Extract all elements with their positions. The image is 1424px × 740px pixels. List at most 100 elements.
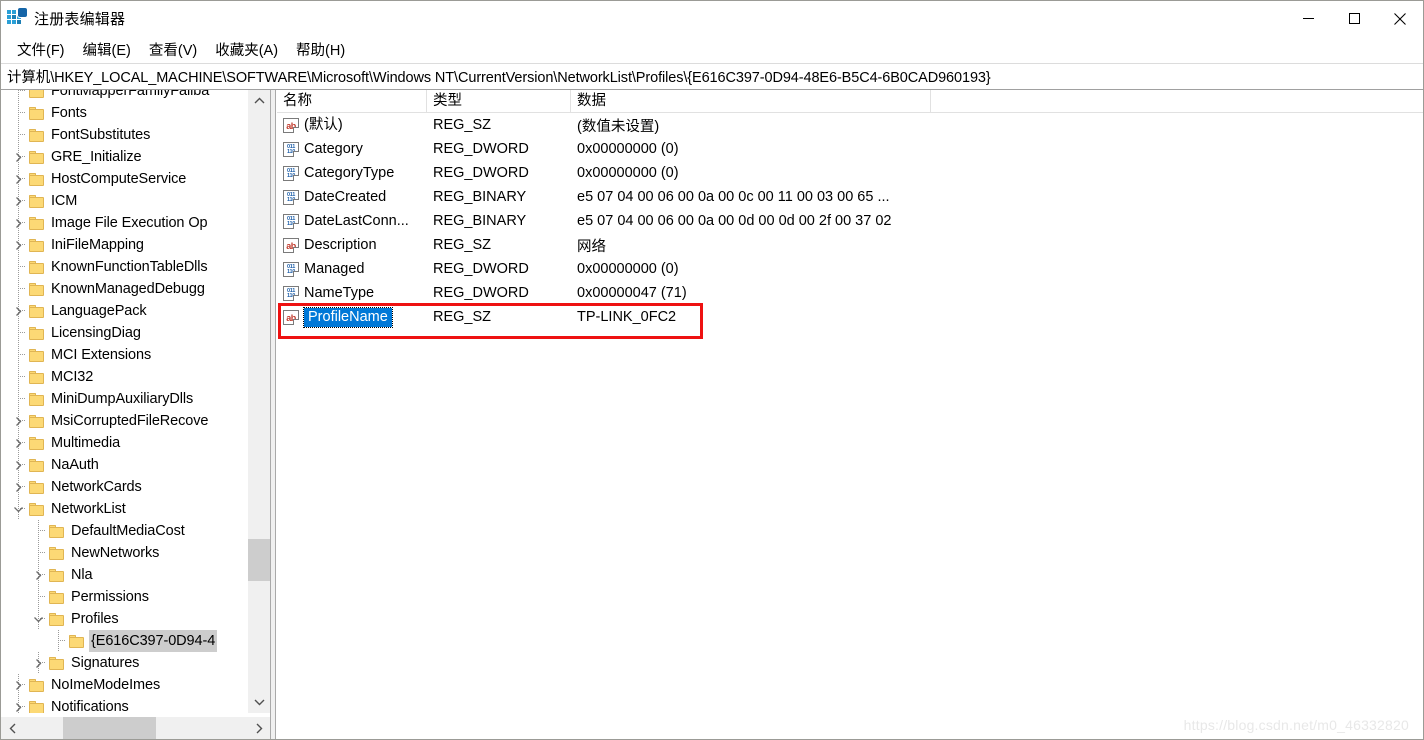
tree-node[interactable]: MCI Extensions	[1, 344, 247, 366]
value-data-cell: 0x00000000 (0)	[577, 165, 679, 181]
tree-horizontal-scrollbar[interactable]	[1, 716, 270, 739]
tree-node-label: NaAuth	[51, 457, 99, 473]
tree-node[interactable]: Multimedia	[1, 432, 247, 454]
scroll-down-button[interactable]	[248, 691, 270, 713]
pane-splitter[interactable]	[270, 90, 276, 739]
chevron-right-icon[interactable]	[9, 300, 29, 322]
tree-connector	[9, 124, 29, 146]
folder-icon	[49, 612, 64, 626]
tree-node-label: MCI32	[51, 369, 94, 385]
scroll-right-button[interactable]	[247, 717, 270, 739]
tree-node[interactable]: Profiles	[1, 608, 247, 630]
tree-connector	[29, 520, 49, 542]
tree-scroll-thumb[interactable]	[248, 539, 270, 581]
chevron-right-icon[interactable]	[9, 476, 29, 498]
tree-node[interactable]: NoImeModeImes	[1, 674, 247, 696]
tree-node[interactable]: {E616C397-0D94-4	[1, 630, 247, 652]
table-row[interactable]: 011 110 DateLastConn... REG_BINARY e5 07 04 …	[277, 209, 1423, 233]
value-data-cell: 0x00000000 (0)	[577, 261, 679, 277]
menu-edit[interactable]: 编辑(E)	[74, 36, 140, 64]
minimize-button[interactable]	[1285, 1, 1331, 36]
tree-node[interactable]: DefaultMediaCost	[1, 520, 247, 542]
tree-node[interactable]: KnownFunctionTableDlls	[1, 256, 247, 278]
tree-hscroll-thumb[interactable]	[63, 717, 156, 739]
tree-node[interactable]: MCI32	[1, 366, 247, 388]
table-row[interactable]: 011 110 NameType REG_DWORD 0x00000047 (71)	[277, 281, 1423, 305]
chevron-down-icon[interactable]	[29, 608, 49, 630]
table-row[interactable]: 011 110 CategoryType REG_DWORD 0x00000000 (0…	[277, 161, 1423, 185]
scroll-up-button[interactable]	[248, 90, 270, 112]
tree-vertical-scrollbar[interactable]	[247, 90, 270, 713]
menu-help[interactable]: 帮助(H)	[287, 36, 354, 64]
chevron-down-icon[interactable]	[9, 498, 29, 520]
tree-node-label: Profiles	[71, 611, 119, 627]
chevron-right-icon[interactable]	[9, 696, 29, 713]
value-data-cell: TP-LINK_0FC2	[577, 309, 677, 325]
tree-node[interactable]: GRE_Initialize	[1, 146, 247, 168]
chevron-right-icon[interactable]	[9, 674, 29, 696]
tree-node[interactable]: IniFileMapping	[1, 234, 247, 256]
chevron-right-icon[interactable]	[9, 454, 29, 476]
tree-node[interactable]: KnownManagedDebugg	[1, 278, 247, 300]
tree-node-label: LicensingDiag	[51, 325, 141, 341]
column-header-name[interactable]: 名称	[277, 90, 427, 113]
tree-node[interactable]: Nla	[1, 564, 247, 586]
folder-icon	[29, 282, 44, 296]
registry-values-list[interactable]: ab (默认) REG_SZ (数值未设置) 011 110 Category REG_DWO…	[277, 113, 1423, 329]
tree-node[interactable]: NewNetworks	[1, 542, 247, 564]
tree-node[interactable]: MiniDumpAuxiliaryDlls	[1, 388, 247, 410]
chevron-right-icon[interactable]	[9, 168, 29, 190]
tree-node[interactable]: Image File Execution Op	[1, 212, 247, 234]
chevron-right-icon[interactable]	[29, 652, 49, 674]
tree-node[interactable]: HostComputeService	[1, 168, 247, 190]
tree-node-label: DefaultMediaCost	[71, 523, 185, 539]
column-header-type[interactable]: 类型	[427, 90, 571, 113]
binary-value-icon: 011 110	[283, 141, 299, 157]
table-row[interactable]: 011 110 Managed REG_DWORD 0x00000000 (0)	[277, 257, 1423, 281]
value-type-cell: REG_SZ	[433, 309, 492, 325]
value-data-cell: 0x00000000 (0)	[577, 141, 679, 157]
table-row[interactable]: 011 110 DateCreated REG_BINARY e5 07 04 00 0…	[277, 185, 1423, 209]
registry-tree[interactable]: FontMapperFamilyFallba Fonts FontSubstitut…	[1, 90, 247, 713]
chevron-right-icon[interactable]	[29, 564, 49, 586]
tree-connector	[9, 102, 29, 124]
value-name-cell: CategoryType	[304, 164, 395, 181]
menu-view[interactable]: 查看(V)	[140, 36, 206, 64]
maximize-button[interactable]	[1331, 1, 1377, 36]
tree-node[interactable]: NaAuth	[1, 454, 247, 476]
chevron-right-icon[interactable]	[9, 432, 29, 454]
registry-editor-window: 注册表编辑器 文件(F) 编辑(E) 查看(V) 收藏夹(A) 帮助(H) 计算…	[0, 0, 1424, 740]
tree-node[interactable]: Fonts	[1, 102, 247, 124]
tree-node[interactable]: LicensingDiag	[1, 322, 247, 344]
tree-node[interactable]: Notifications	[1, 696, 247, 713]
menu-favorites[interactable]: 收藏夹(A)	[206, 36, 287, 64]
folder-icon	[49, 568, 64, 582]
chevron-right-icon[interactable]	[9, 234, 29, 256]
tree-node-label: NoImeModeImes	[51, 677, 161, 693]
menu-file[interactable]: 文件(F)	[8, 36, 74, 64]
column-header-data[interactable]: 数据	[571, 90, 931, 113]
table-row[interactable]: ab ProfileName REG_SZ TP-LINK_0FC2	[277, 305, 1423, 329]
value-data-cell: e5 07 04 00 06 00 0a 00 0c 00 11 00 03 0…	[577, 189, 890, 205]
close-button[interactable]	[1377, 1, 1423, 36]
chevron-right-icon[interactable]	[9, 146, 29, 168]
folder-icon	[29, 414, 44, 428]
tree-node[interactable]: NetworkList	[1, 498, 247, 520]
tree-node[interactable]: NetworkCards	[1, 476, 247, 498]
table-row[interactable]: 011 110 Category REG_DWORD 0x00000000 (0)	[277, 137, 1423, 161]
chevron-right-icon[interactable]	[9, 410, 29, 432]
tree-node[interactable]: Permissions	[1, 586, 247, 608]
tree-node-label: Image File Execution Op	[51, 215, 208, 231]
tree-node[interactable]: ICM	[1, 190, 247, 212]
address-bar[interactable]: 计算机\HKEY_LOCAL_MACHINE\SOFTWARE\Microsof…	[1, 63, 1423, 90]
tree-node[interactable]: LanguagePack	[1, 300, 247, 322]
tree-node[interactable]: Signatures	[1, 652, 247, 674]
chevron-right-icon[interactable]	[9, 212, 29, 234]
tree-node[interactable]: MsiCorruptedFileRecove	[1, 410, 247, 432]
table-row[interactable]: ab (默认) REG_SZ (数值未设置)	[277, 113, 1423, 137]
scroll-left-button[interactable]	[1, 717, 24, 739]
chevron-right-icon[interactable]	[9, 190, 29, 212]
tree-node[interactable]: FontMapperFamilyFallba	[1, 90, 247, 102]
table-row[interactable]: ab Description REG_SZ 网络	[277, 233, 1423, 257]
tree-node[interactable]: FontSubstitutes	[1, 124, 247, 146]
